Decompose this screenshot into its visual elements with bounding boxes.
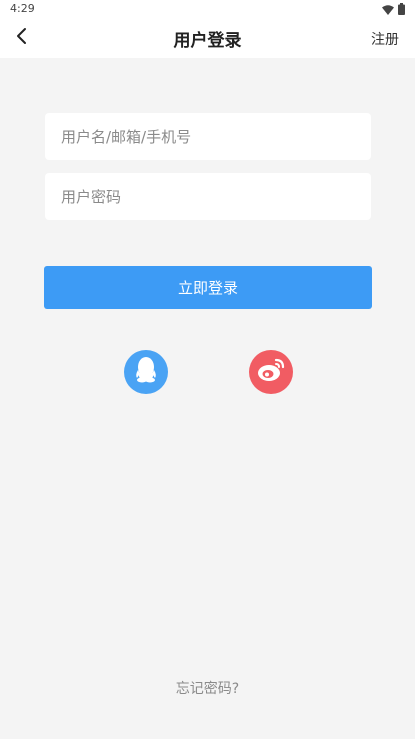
password-field-container xyxy=(45,173,371,220)
username-field-container xyxy=(45,113,371,160)
status-icons xyxy=(382,2,405,15)
login-button[interactable]: 立即登录 xyxy=(44,266,372,309)
header: 用户登录 注册 xyxy=(0,18,415,58)
qq-icon xyxy=(133,356,159,388)
weibo-icon xyxy=(256,357,286,387)
page-title: 用户登录 xyxy=(173,31,242,51)
status-time: 4:29 xyxy=(10,2,35,15)
register-link[interactable]: 注册 xyxy=(371,29,399,49)
status-bar: 4:29 xyxy=(0,0,415,18)
weibo-login-button[interactable] xyxy=(249,350,293,394)
battery-icon xyxy=(398,0,405,19)
wifi-icon xyxy=(382,0,394,19)
forgot-password-link[interactable]: 忘记密码? xyxy=(0,678,415,698)
password-input[interactable] xyxy=(45,173,371,220)
qq-login-button[interactable] xyxy=(124,350,168,394)
username-input[interactable] xyxy=(45,113,371,160)
